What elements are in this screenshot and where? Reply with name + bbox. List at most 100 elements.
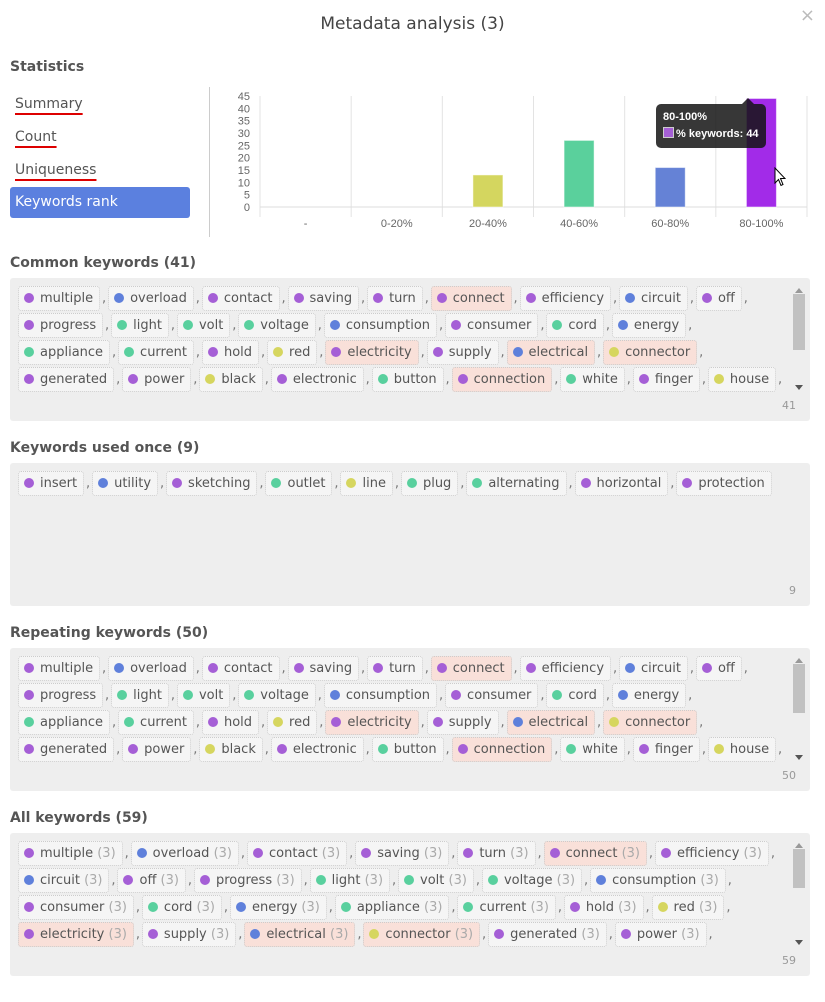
keyword-chip[interactable]: appliance (3) — [334, 895, 450, 920]
keyword-chip[interactable]: electricity — [325, 340, 419, 365]
keyword-chip[interactable]: overload — [108, 286, 194, 311]
keyword-chip[interactable]: consumption — [323, 683, 438, 708]
keyword-chip[interactable]: multiple (3) — [18, 841, 123, 866]
scroll-up-icon[interactable] — [795, 843, 803, 848]
scroll-down-icon[interactable] — [795, 385, 803, 390]
keyword-chip[interactable]: off — [695, 286, 742, 311]
keyword-chip[interactable]: generated — [18, 737, 115, 762]
keyword-chip[interactable]: red (3) — [651, 895, 725, 920]
keyword-chip[interactable]: volt (3) — [398, 868, 474, 893]
keyword-chip[interactable]: saving — [287, 656, 360, 681]
keyword-chip[interactable]: power — [122, 737, 192, 762]
keyword-chip[interactable]: connection — [451, 367, 553, 392]
keyword-chip[interactable]: efficiency — [519, 656, 612, 681]
keyword-chip[interactable]: energy (3) — [229, 895, 327, 920]
keyword-chip[interactable]: electronic — [270, 367, 364, 392]
keyword-chip[interactable]: circuit — [619, 286, 688, 311]
keyword-chip[interactable]: horizontal — [574, 471, 669, 496]
keyword-chip[interactable]: generated (3) — [488, 922, 607, 947]
keyword-chip[interactable]: button — [371, 367, 444, 392]
keyword-chip[interactable]: overload — [108, 656, 194, 681]
scroll-up-icon[interactable] — [795, 288, 803, 293]
keyword-chip[interactable]: utility — [92, 471, 159, 496]
keyword-chip[interactable]: plug — [400, 471, 459, 496]
keyword-chip[interactable]: connect (3) — [543, 841, 647, 866]
keyword-chip[interactable]: light (3) — [309, 868, 391, 893]
keyword-chip[interactable]: outlet — [265, 471, 333, 496]
keyword-chip[interactable]: black — [199, 367, 263, 392]
keyword-chip[interactable]: house — [707, 367, 777, 392]
keyword-chip[interactable]: turn — [367, 286, 423, 311]
keyword-chip[interactable]: off — [695, 656, 742, 681]
keyword-chip[interactable]: supply (3) — [141, 922, 237, 947]
keyword-chip[interactable]: finger — [632, 367, 700, 392]
keyword-chip[interactable]: protection — [676, 471, 772, 496]
keyword-chip[interactable]: volt — [176, 683, 231, 708]
keyword-chip[interactable]: contact — [201, 286, 280, 311]
keyword-chip[interactable]: connect — [430, 656, 512, 681]
keyword-chip[interactable]: circuit — [619, 656, 688, 681]
menu-item-keywords-rank[interactable]: Keywords rank — [10, 187, 190, 218]
keyword-chip[interactable]: button — [371, 737, 444, 762]
menu-item-summary[interactable]: Summary — [10, 88, 190, 121]
scrollbar[interactable] — [792, 286, 806, 390]
scroll-thumb[interactable] — [793, 664, 805, 714]
keyword-chip[interactable]: red — [267, 710, 318, 735]
keyword-chip[interactable]: alternating — [466, 471, 567, 496]
keyword-chip[interactable]: light — [111, 683, 169, 708]
keyword-chip[interactable]: electronic — [270, 737, 364, 762]
keyword-chip[interactable]: electrical — [506, 340, 596, 365]
scroll-thumb[interactable] — [793, 849, 805, 888]
keyword-chip[interactable]: cord — [546, 683, 604, 708]
scroll-down-icon[interactable] — [795, 755, 803, 760]
keyword-chip[interactable]: white — [560, 367, 625, 392]
scrollbar[interactable] — [792, 841, 806, 945]
keyword-chip[interactable]: consumption (3) — [590, 868, 726, 893]
keyword-chip[interactable]: insert — [18, 471, 85, 496]
keyword-chip[interactable]: supply — [426, 340, 499, 365]
keyword-chip[interactable]: voltage (3) — [481, 868, 583, 893]
keyword-chip[interactable]: overload (3) — [130, 841, 239, 866]
keyword-chip[interactable]: house — [707, 737, 777, 762]
keyword-chip[interactable]: energy — [611, 683, 687, 708]
keyword-chip[interactable]: turn — [367, 656, 423, 681]
keyword-chip[interactable]: voltage — [238, 313, 316, 338]
keyword-chip[interactable]: energy — [611, 313, 687, 338]
keyword-chip[interactable]: progress — [18, 313, 104, 338]
scroll-down-icon[interactable] — [795, 940, 803, 945]
keyword-chip[interactable]: consumption — [323, 313, 438, 338]
keyword-chip[interactable]: appliance — [18, 340, 111, 365]
keyword-chip[interactable]: supply — [426, 710, 499, 735]
keyword-chip[interactable]: power (3) — [614, 922, 707, 947]
keyword-chip[interactable]: hold — [201, 340, 260, 365]
keyword-chip[interactable]: hold — [201, 710, 260, 735]
scrollbar[interactable] — [792, 656, 806, 760]
keyword-chip[interactable]: off (3) — [117, 868, 186, 893]
keyword-chip[interactable]: contact (3) — [247, 841, 348, 866]
keyword-chip[interactable]: electricity — [325, 710, 419, 735]
menu-item-uniqueness[interactable]: Uniqueness — [10, 154, 190, 187]
keyword-chip[interactable]: efficiency (3) — [654, 841, 769, 866]
keyword-chip[interactable]: consumer (3) — [18, 895, 134, 920]
keyword-chip[interactable]: multiple — [18, 286, 101, 311]
keyword-chip[interactable]: finger — [632, 737, 700, 762]
keyword-chip[interactable]: connector (3) — [363, 922, 481, 947]
keyword-chip[interactable]: turn (3) — [457, 841, 536, 866]
keyword-chip[interactable]: saving (3) — [355, 841, 450, 866]
keyword-chip[interactable]: progress — [18, 683, 104, 708]
keyword-chip[interactable]: appliance — [18, 710, 111, 735]
keyword-chip[interactable]: circuit (3) — [18, 868, 110, 893]
keyword-chip[interactable]: electrical — [506, 710, 596, 735]
keyword-chip[interactable]: progress (3) — [193, 868, 302, 893]
keyword-chip[interactable]: saving — [287, 286, 360, 311]
keyword-chip[interactable]: efficiency — [519, 286, 612, 311]
keyword-chip[interactable]: cord — [546, 313, 604, 338]
keyword-chip[interactable]: light — [111, 313, 169, 338]
keyword-chip[interactable]: black — [199, 737, 263, 762]
close-icon[interactable]: × — [800, 5, 815, 26]
keyword-chip[interactable]: consumer — [445, 313, 539, 338]
keyword-chip[interactable]: contact — [201, 656, 280, 681]
keyword-chip[interactable]: power — [122, 367, 192, 392]
keyword-chip[interactable]: hold (3) — [563, 895, 644, 920]
keyword-chip[interactable]: voltage — [238, 683, 316, 708]
